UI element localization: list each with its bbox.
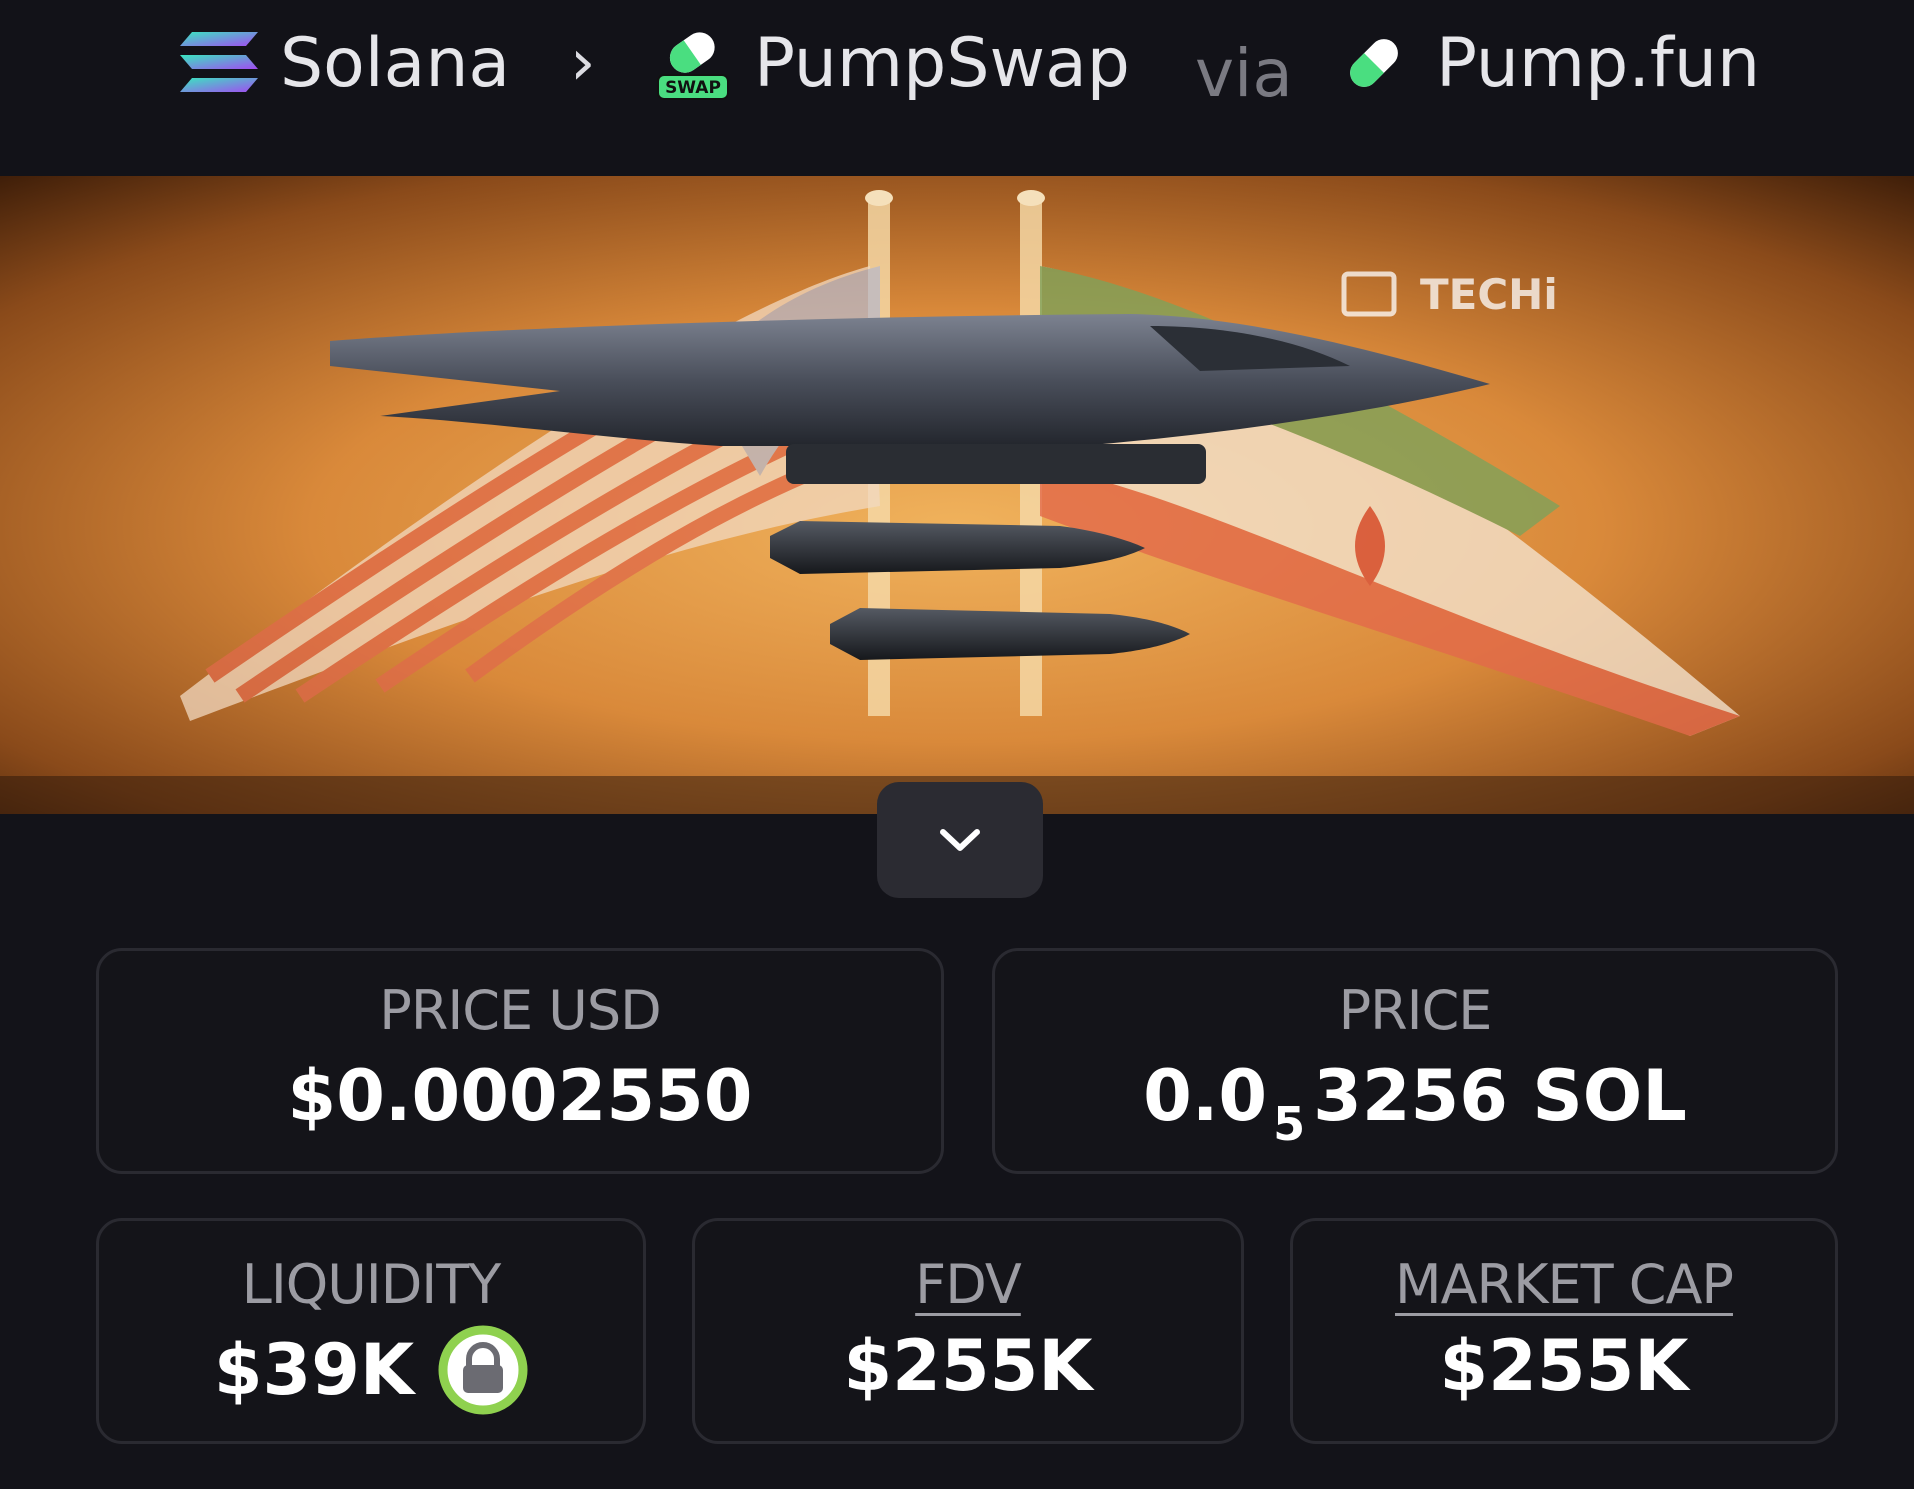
swap-badge-text: SWAP xyxy=(665,78,721,98)
svg-text:TECHi: TECHi xyxy=(1420,270,1558,319)
price-native-subscript: 5 xyxy=(1273,1097,1306,1151)
price-usd-value: $0.0002550 xyxy=(287,1055,753,1137)
price-native-label: PRICE xyxy=(1338,979,1493,1042)
market-cap-value: $255K xyxy=(1439,1325,1689,1407)
breadcrumb: Solana › SWAP PumpSwap via Pump.fun xyxy=(0,0,1914,176)
price-native-prefix: 0.0 xyxy=(1143,1055,1268,1137)
breadcrumb-chain[interactable]: Solana xyxy=(178,20,510,106)
pumpfun-pill-icon xyxy=(1350,39,1398,87)
pumpswap-logo-icon: SWAP xyxy=(657,32,729,100)
breadcrumb-dex[interactable]: SWAP PumpSwap xyxy=(654,20,1130,106)
market-cap-card: MARKET CAP $255K xyxy=(1290,1218,1838,1444)
chevron-right-icon: › xyxy=(570,26,596,100)
liquidity-value-row: $39K xyxy=(99,1325,643,1415)
breadcrumb-chain-label: Solana xyxy=(280,23,511,103)
fdv-card: FDV $255K xyxy=(692,1218,1244,1444)
solana-logo-icon xyxy=(180,32,258,92)
price-native-suffix: 3256 SOL xyxy=(1313,1055,1687,1137)
liquidity-value: $39K xyxy=(213,1329,415,1411)
banner-artwork: TECHi xyxy=(0,176,1914,814)
liquidity-card: LIQUIDITY $39K xyxy=(96,1218,646,1444)
price-usd-card: PRICE USD $0.0002550 xyxy=(96,948,944,1174)
market-cap-label[interactable]: MARKET CAP xyxy=(1293,1253,1835,1316)
liquidity-label: LIQUIDITY xyxy=(241,1253,501,1316)
breadcrumb-via: via xyxy=(1195,30,1293,116)
token-banner-image: TECHi xyxy=(0,176,1914,814)
breadcrumb-dex-label: PumpSwap xyxy=(754,23,1130,103)
price-native-value: 0.0 5 3256 SOL xyxy=(995,1055,1835,1151)
chevron-down-icon xyxy=(940,829,980,851)
price-usd-label: PRICE USD xyxy=(379,979,661,1042)
lock-icon[interactable] xyxy=(438,1325,528,1415)
expand-banner-button[interactable] xyxy=(877,782,1043,898)
via-label: via xyxy=(1195,34,1293,112)
breadcrumb-launchpad-label: Pump.fun xyxy=(1436,23,1761,103)
token-page: Solana › SWAP PumpSwap via Pump.fun TECH… xyxy=(0,0,1914,1489)
fdv-label[interactable]: FDV xyxy=(695,1253,1241,1316)
breadcrumb-launchpad[interactable]: Pump.fun xyxy=(1340,20,1760,106)
breadcrumb-separator: › xyxy=(570,20,596,106)
fdv-value: $255K xyxy=(843,1325,1093,1407)
price-native-card: PRICE 0.0 5 3256 SOL xyxy=(992,948,1838,1174)
